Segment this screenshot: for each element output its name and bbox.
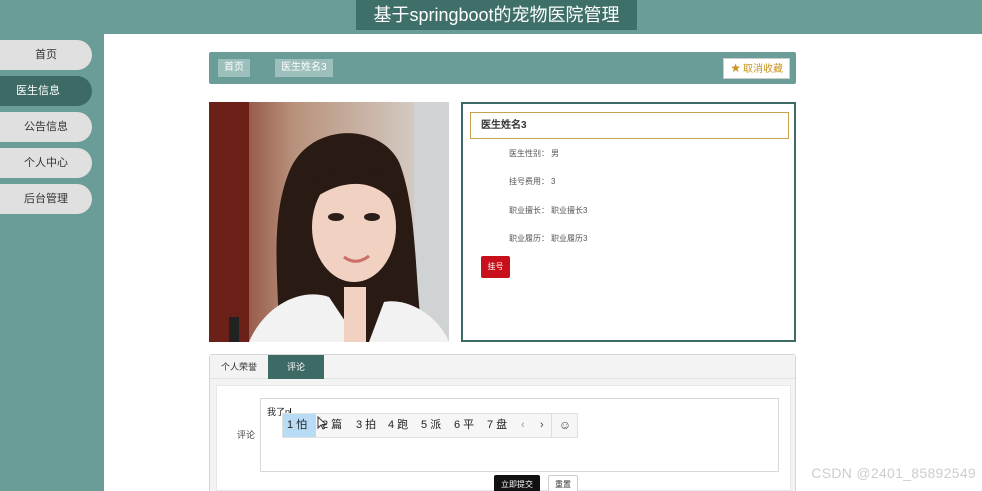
fee-value: 3 xyxy=(551,177,556,186)
emoji-icon[interactable]: ☺ xyxy=(551,414,578,437)
ime-candidate[interactable]: 1 怕 xyxy=(283,414,316,437)
tab-comment[interactable]: 评论 xyxy=(268,355,324,379)
doctor-name: 医生姓名3 xyxy=(470,112,789,139)
fee-label: 挂号费用： xyxy=(509,177,549,186)
breadcrumb: 首页 医生姓名3 ★ 取消收藏 xyxy=(209,52,796,84)
gender-value: 男 xyxy=(551,149,559,158)
ime-candidate[interactable]: 6 平 xyxy=(450,414,478,437)
tab-header: 个人荣誉 评论 xyxy=(210,355,795,379)
register-button[interactable]: 挂号 xyxy=(481,256,510,278)
ime-candidate[interactable]: 4 跑 xyxy=(384,414,412,437)
unfavorite-label: 取消收藏 xyxy=(743,64,783,75)
specialty-value: 职业擅长3 xyxy=(551,206,588,215)
gender-label: 医生性别： xyxy=(509,149,549,158)
sidebar-item-admin[interactable]: 后台管理 xyxy=(0,184,92,214)
resume-label: 职业履历： xyxy=(509,234,549,243)
ime-prev-icon[interactable]: ‹ xyxy=(521,414,525,437)
info-row-resume: 职业履历： 职业履历3 xyxy=(463,231,793,247)
sidebar-item-personal-center[interactable]: 个人中心 xyxy=(0,148,92,178)
reset-button[interactable]: 重置 xyxy=(548,475,578,491)
resume-value: 职业履历3 xyxy=(551,234,588,243)
app-title: 基于springboot的宠物医院管理 xyxy=(356,0,637,30)
sidebar-item-home[interactable]: 首页 xyxy=(0,40,92,70)
top-bar: 基于springboot的宠物医院管理 xyxy=(0,0,982,34)
info-row-fee: 挂号费用： 3 xyxy=(463,174,793,190)
ime-candidate[interactable]: 3 拍 xyxy=(352,414,380,437)
tab-honors[interactable]: 个人荣誉 xyxy=(210,355,268,379)
mouse-pointer-icon xyxy=(317,416,327,430)
breadcrumb-current: 医生姓名3 xyxy=(275,59,333,77)
breadcrumb-home[interactable]: 首页 xyxy=(218,59,250,77)
info-row-gender: 医生性别： 男 xyxy=(463,146,793,162)
doctor-info-card: 医生姓名3 医生性别： 男 挂号费用： 3 职业擅长： 职业擅长3 职业履历： … xyxy=(461,102,796,342)
sidebar-item-announcements[interactable]: 公告信息 xyxy=(0,112,92,142)
comment-label: 评论 xyxy=(237,430,256,440)
unfavorite-button[interactable]: ★ 取消收藏 xyxy=(723,58,790,79)
star-icon: ★ xyxy=(730,61,741,75)
doctor-photo xyxy=(209,102,449,342)
specialty-label: 职业擅长： xyxy=(509,206,549,215)
watermark: CSDN @2401_85892549 xyxy=(811,465,976,481)
info-row-specialty: 职业擅长： 职业擅长3 xyxy=(463,203,793,219)
submit-button[interactable]: 立即提交 xyxy=(494,475,540,491)
sidebar-item-doctor-info[interactable]: 医生信息 xyxy=(0,76,92,106)
ime-next-icon[interactable]: › xyxy=(540,414,544,437)
ime-candidate[interactable]: 5 派 xyxy=(417,414,445,437)
sidebar: 首页 医生信息 公告信息 个人中心 后台管理 xyxy=(0,34,104,491)
ime-candidate[interactable]: 7 盘 xyxy=(483,414,511,437)
